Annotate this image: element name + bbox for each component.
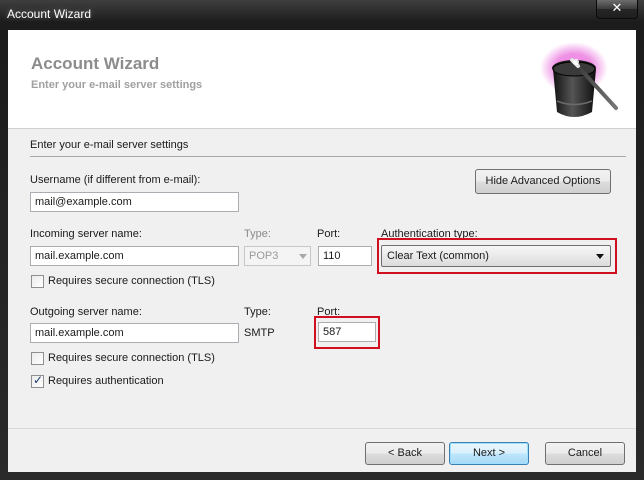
- header-title: Account Wizard: [31, 54, 160, 73]
- account-wizard-window: Account Wizard ✕ Account Wizard Enter yo…: [0, 0, 644, 480]
- header-subtitle: Enter your e-mail server settings: [31, 79, 203, 91]
- footer-divider: [8, 428, 636, 429]
- username-input[interactable]: mail@example.com: [30, 192, 239, 212]
- section-divider: [30, 156, 626, 157]
- incoming-type-label: Type:: [244, 228, 271, 240]
- incoming-type-value: POP3: [249, 250, 279, 262]
- outgoing-port-label: Port:: [317, 306, 341, 318]
- cancel-button[interactable]: Cancel: [545, 442, 625, 465]
- section-title: Enter your e-mail server settings: [30, 139, 189, 151]
- close-icon: ✕: [611, 1, 623, 16]
- incoming-server-input[interactable]: mail.example.com: [30, 246, 239, 266]
- requires-authentication-checkbox[interactable]: ✓: [31, 373, 44, 388]
- incoming-type-select: POP3: [244, 246, 311, 266]
- incoming-tls-checkbox[interactable]: [31, 275, 44, 288]
- outgoing-server-label: Outgoing server name:: [30, 306, 142, 318]
- title-bar[interactable]: Account Wizard ✕: [0, 0, 644, 30]
- outgoing-type-label: Type:: [244, 306, 271, 318]
- hide-advanced-options-button[interactable]: Hide Advanced Options: [475, 169, 611, 194]
- outgoing-tls-checkbox[interactable]: [31, 352, 44, 365]
- outgoing-server-input[interactable]: mail.example.com: [30, 323, 239, 343]
- window-title: Account Wizard: [7, 7, 92, 21]
- incoming-port-input[interactable]: 110: [318, 246, 372, 266]
- incoming-server-label: Incoming server name:: [30, 228, 142, 240]
- outgoing-tls-label: Requires secure connection (TLS): [48, 352, 215, 364]
- close-button[interactable]: ✕: [596, 0, 638, 19]
- checkmark-icon: ✓: [33, 373, 44, 387]
- chevron-down-icon: [299, 254, 307, 259]
- next-button[interactable]: Next >: [449, 442, 529, 465]
- outgoing-port-input[interactable]: 587: [318, 322, 376, 342]
- back-button[interactable]: < Back: [365, 442, 445, 465]
- wizard-hat-icon: [540, 42, 618, 117]
- username-label: Username (if different from e-mail):: [30, 174, 201, 186]
- authentication-type-label: Authentication type:: [381, 228, 478, 240]
- outgoing-type-value: SMTP: [244, 327, 275, 339]
- dialog-client-area: Account Wizard Enter your e-mail server …: [8, 30, 636, 472]
- authentication-type-select[interactable]: Clear Text (common): [381, 245, 611, 267]
- incoming-tls-label: Requires secure connection (TLS): [48, 275, 215, 287]
- incoming-port-label: Port:: [317, 228, 341, 240]
- authentication-type-value: Clear Text (common): [387, 250, 489, 262]
- requires-authentication-label: Requires authentication: [48, 375, 164, 387]
- chevron-down-icon: [596, 254, 604, 259]
- wizard-header: Account Wizard Enter your e-mail server …: [8, 30, 636, 129]
